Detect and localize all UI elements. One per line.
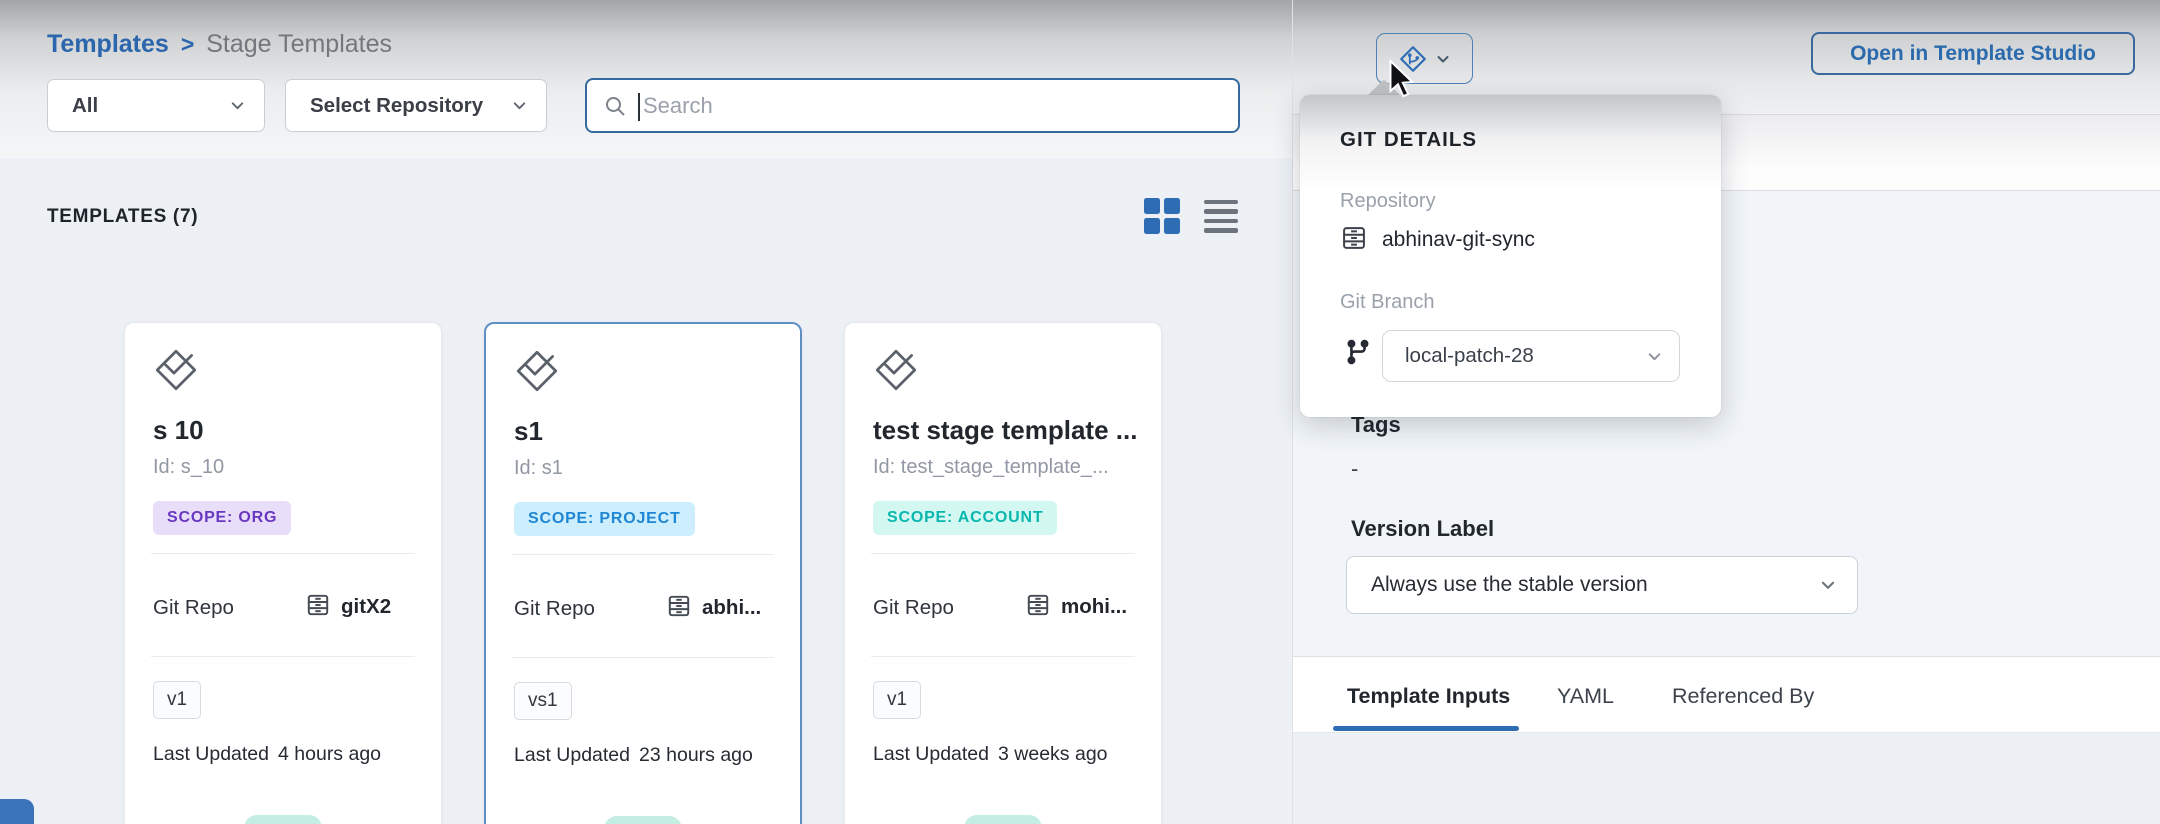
template-id: Id: s_10 (153, 456, 417, 479)
divider (151, 656, 415, 657)
list-view-toggle[interactable] (1202, 197, 1240, 235)
divider (151, 553, 415, 554)
version-chip: v1 (873, 681, 921, 719)
left-header: Templates > Stage Templates All Select R… (0, 0, 1292, 158)
git-details-title: GIT DETAILS (1340, 128, 1477, 152)
last-updated-label: Last Updated (514, 744, 630, 766)
chevron-down-icon (1646, 348, 1663, 365)
version-chip: vs1 (514, 682, 572, 720)
version-label-select[interactable]: Always use the stable version (1346, 556, 1858, 614)
chevron-down-icon (1819, 576, 1837, 594)
stage-template-icon (871, 345, 921, 395)
version-label-heading: Version Label (1351, 516, 1494, 542)
stable-badge (244, 815, 322, 824)
template-card-s10[interactable]: s 10 Id: s_10 SCOPE: ORG Git Repo gitX2 … (124, 322, 442, 824)
divider (871, 553, 1135, 554)
divider (871, 656, 1135, 657)
git-branch-label: Git Branch (1340, 291, 1434, 314)
breadcrumb-separator: > (181, 31, 194, 58)
tags-value: - (1351, 456, 1358, 482)
repository-icon (1025, 592, 1051, 618)
template-type-dropdown[interactable]: All (47, 79, 265, 132)
last-updated-label: Last Updated (873, 743, 989, 765)
breadcrumb-current: Stage Templates (206, 30, 392, 59)
template-card-s1[interactable]: s1 Id: s1 SCOPE: PROJECT Git Repo abhi..… (484, 322, 802, 824)
repository-label: Repository (1340, 190, 1436, 213)
last-updated-value: 3 weeks ago (998, 743, 1108, 765)
scope-badge: SCOPE: PROJECT (514, 502, 695, 536)
repository-icon (305, 592, 331, 618)
git-repo-label: Git Repo (153, 596, 234, 620)
grid-view-toggle[interactable] (1143, 197, 1181, 235)
divider (512, 554, 774, 555)
template-title: test stage template ... (873, 415, 1137, 446)
stage-template-icon (512, 346, 562, 396)
grid-view-icon (1144, 198, 1180, 234)
git-repo-value: gitX2 (341, 595, 391, 619)
open-in-template-studio-button[interactable]: Open in Template Studio (1811, 32, 2135, 75)
search-input[interactable] (641, 92, 1238, 120)
template-title: s1 (514, 416, 778, 447)
last-updated: Last Updated 4 hours ago (153, 743, 381, 766)
repository-icon (666, 593, 692, 619)
git-repo-value: mohi... (1061, 595, 1127, 619)
chevron-down-icon (1435, 51, 1451, 67)
breadcrumb: Templates > Stage Templates (47, 30, 392, 59)
chevron-down-icon (229, 97, 246, 114)
list-view-icon (1204, 200, 1238, 233)
git-branch-value: local-patch-28 (1405, 344, 1534, 368)
version-chip: v1 (153, 681, 201, 719)
template-id: Id: test_stage_template_... (873, 456, 1137, 479)
last-updated: Last Updated 23 hours ago (514, 744, 753, 767)
last-updated-label: Last Updated (153, 743, 269, 765)
repository-name: abhinav-git-sync (1382, 228, 1535, 252)
templates-count-label: TEMPLATES (7) (47, 206, 198, 228)
stable-badge (604, 816, 682, 824)
git-branch-select[interactable]: local-patch-28 (1382, 330, 1680, 382)
version-label-value: Always use the stable version (1371, 573, 1648, 597)
search-icon (603, 94, 627, 118)
repository-dropdown-value: Select Repository (310, 94, 483, 118)
last-updated: Last Updated 3 weeks ago (873, 743, 1108, 766)
active-tab-indicator (1333, 726, 1519, 731)
stage-templates-page: Templates > Stage Templates All Select R… (0, 0, 2160, 824)
repository-dropdown[interactable]: Select Repository (285, 79, 547, 132)
template-card-test-stage-template[interactable]: test stage template ... Id: test_stage_t… (844, 322, 1162, 824)
scope-badge: SCOPE: ORG (153, 501, 291, 535)
git-repo-label: Git Repo (873, 596, 954, 620)
git-details-trigger-button[interactable] (1376, 33, 1473, 84)
chevron-down-icon (511, 97, 528, 114)
search-box[interactable] (585, 78, 1240, 133)
git-template-icon (1398, 44, 1428, 74)
template-id: Id: s1 (514, 457, 778, 480)
breadcrumb-templates-link[interactable]: Templates (47, 30, 169, 59)
template-title: s 10 (153, 415, 417, 446)
help-widget[interactable] (0, 799, 34, 824)
git-branch-icon (1344, 337, 1372, 367)
divider (512, 657, 774, 658)
tab-referenced-by[interactable]: Referenced By (1672, 684, 1814, 709)
details-tabs-bar: Template Inputs YAML Referenced By (1293, 656, 2160, 733)
tab-template-inputs[interactable]: Template Inputs (1347, 684, 1510, 709)
git-details-popover: GIT DETAILS Repository abhinav-git-sync … (1300, 95, 1721, 417)
stage-template-icon (151, 345, 201, 395)
template-type-value: All (72, 94, 98, 118)
git-repo-label: Git Repo (514, 597, 595, 621)
git-repo-value: abhi... (702, 596, 761, 620)
scope-badge: SCOPE: ACCOUNT (873, 501, 1057, 535)
template-card-list: s 10 Id: s_10 SCOPE: ORG Git Repo gitX2 … (124, 322, 1162, 824)
tab-yaml[interactable]: YAML (1557, 684, 1614, 709)
last-updated-value: 23 hours ago (639, 744, 753, 766)
tab-content-area (1293, 732, 2160, 824)
stable-badge (964, 815, 1042, 824)
text-cursor (638, 93, 640, 121)
repository-icon (1340, 224, 1368, 252)
last-updated-value: 4 hours ago (278, 743, 381, 765)
